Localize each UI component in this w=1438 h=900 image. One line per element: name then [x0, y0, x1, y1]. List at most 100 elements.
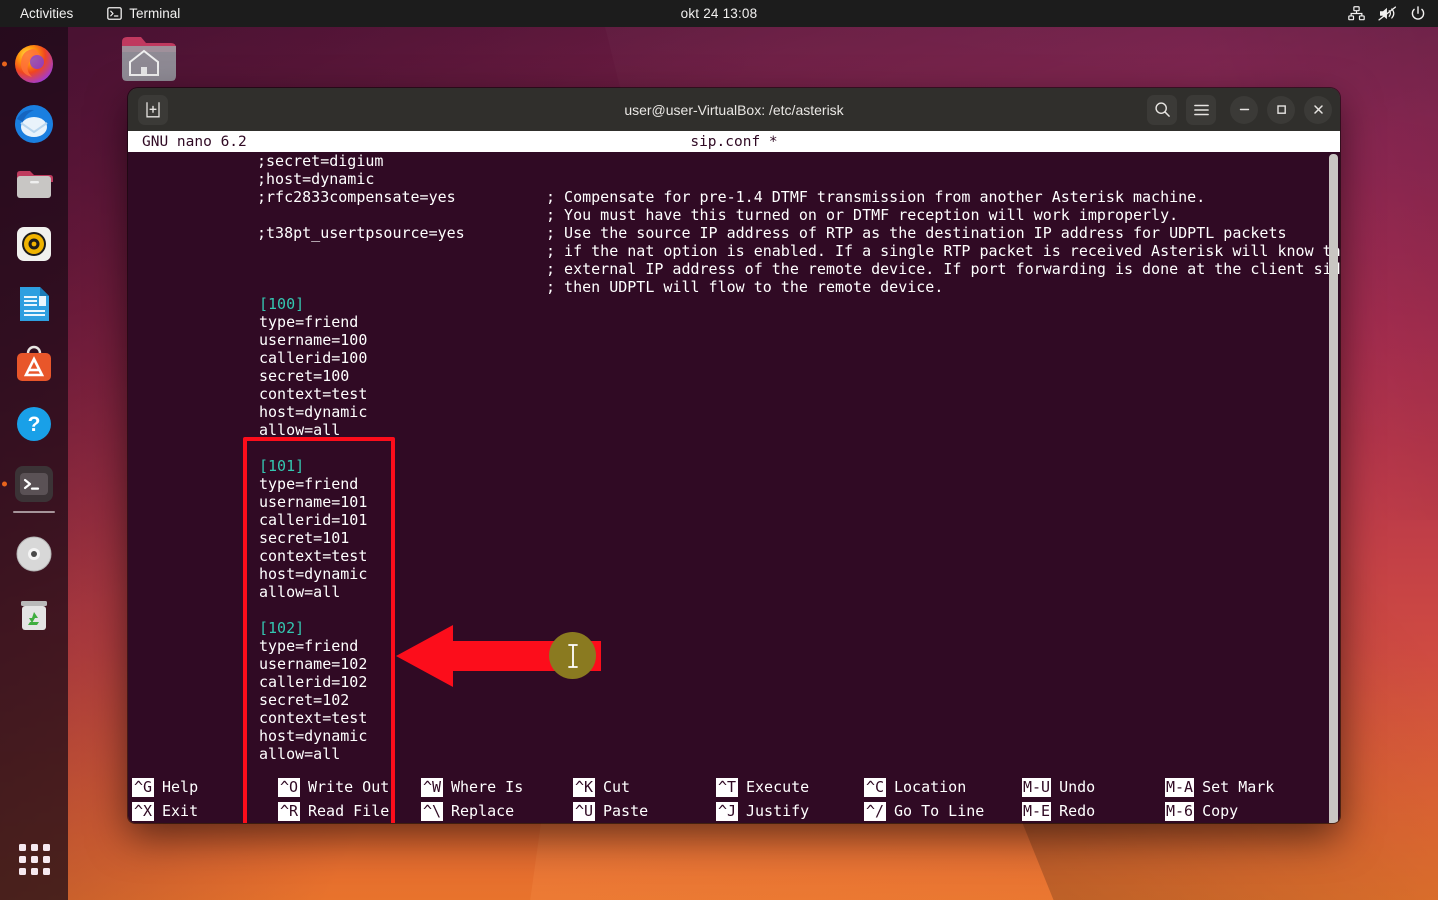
shortcut-item[interactable]: ^T Execute	[716, 775, 864, 799]
svg-text:?: ?	[28, 413, 41, 436]
folder-icon	[122, 37, 176, 81]
app-menu-terminal[interactable]: Terminal	[101, 4, 186, 23]
search-button[interactable]	[1147, 94, 1177, 125]
nano-header: GNU nano 6.2 sip.conf *	[128, 131, 1340, 152]
terminal-content[interactable]: GNU nano 6.2 sip.conf * ;secret=digium ;h…	[128, 131, 1340, 823]
grid-dot	[42, 867, 50, 875]
sip-config-line: secret=101	[259, 529, 350, 547]
shortcut-item[interactable]: ^C Location	[864, 775, 1022, 799]
shortcut-item[interactable]: ^O Write Out	[278, 775, 421, 799]
sip-config-line: username=102	[259, 655, 368, 673]
trash-icon	[21, 601, 47, 630]
config-comment-block: ; Compensate for pre-1.4 DTMF transmissi…	[546, 188, 1340, 296]
sip-config-line: allow=all	[259, 421, 341, 439]
dock-item-rhythmbox[interactable]	[11, 221, 57, 267]
shortcut-item[interactable]: ^\ Replace	[421, 799, 573, 823]
shortcut-item[interactable]: ^R Read File	[278, 799, 421, 823]
new-tab-button[interactable]	[138, 94, 168, 125]
sip-config-line: username=100	[259, 331, 368, 349]
nano-editor-area[interactable]: ;secret=digium ;host=dynamic ;rfc2833compe…	[128, 152, 1340, 823]
firefox-icon	[15, 45, 53, 83]
sip-config-line: allow=all	[259, 583, 341, 601]
shortcut-item[interactable]: ^J Justify	[716, 799, 864, 823]
show-applications-button[interactable]	[11, 836, 57, 882]
config-line: ;rfc2833compensate=yes	[257, 188, 456, 206]
shortcut-item[interactable]: ^W Where Is	[421, 775, 573, 799]
thunderbird-icon	[15, 105, 53, 143]
dock-item-files[interactable]	[11, 161, 57, 207]
sip-config-line: callerid=102	[259, 673, 368, 691]
sip-config-line: host=dynamic	[259, 727, 368, 745]
grid-dot	[18, 843, 26, 851]
sip-config-line: host=dynamic	[259, 565, 368, 583]
shortcut-label: Set Mark	[1202, 778, 1275, 796]
shortcut-item[interactable]: ^/ Go To Line	[864, 799, 1022, 823]
shortcut-label: Help	[162, 778, 199, 796]
volume-muted-icon	[1378, 6, 1397, 21]
sip-section-header: [102]	[259, 619, 305, 637]
dock-item-help[interactable]: ?	[11, 401, 57, 447]
network-icon	[1348, 6, 1365, 21]
dock-item-ubuntu-software[interactable]	[11, 341, 57, 387]
terminal-scrollbar[interactable]	[1329, 154, 1338, 823]
top-bar: Activities Terminal okt 24 13:08	[0, 0, 1438, 27]
config-blank-line	[257, 206, 465, 224]
sip-section-header: [101]	[259, 457, 305, 475]
shortcut-label: Cut	[603, 778, 631, 796]
dock-item-terminal[interactable]	[2, 461, 57, 513]
menu-button[interactable]	[1186, 94, 1216, 125]
shortcut-item[interactable]: ^G Help	[132, 775, 278, 799]
sip-config-line: type=friend	[259, 637, 359, 655]
config-line: ;t38pt_usertpsource=yes	[257, 224, 465, 242]
sip-config-line: secret=100	[259, 367, 350, 385]
shortcut-key: M-6	[1165, 801, 1195, 821]
shortcut-item[interactable]: ^K Cut	[573, 775, 716, 799]
terminal-app-icon	[15, 466, 53, 502]
active-app-underline	[13, 511, 55, 513]
grid-dot	[30, 843, 38, 851]
shortcut-label: Read File	[308, 802, 390, 820]
shortcut-item[interactable]: M-A Set Mark	[1165, 775, 1315, 799]
shortcut-key: ^\	[421, 801, 443, 821]
shortcut-key: ^K	[573, 777, 595, 797]
dock-item-thunderbird[interactable]	[11, 101, 57, 147]
close-button[interactable]	[1304, 95, 1332, 124]
shortcut-key: ^G	[132, 777, 154, 797]
system-tray[interactable]	[1348, 5, 1426, 22]
terminal-window: user@user-VirtualBox: /etc/asterisk GNU …	[128, 88, 1340, 823]
shortcut-key: ^C	[864, 777, 886, 797]
shortcut-item[interactable]: M-E Redo	[1022, 799, 1165, 823]
shortcut-item[interactable]: ^U Paste	[573, 799, 716, 823]
shortcut-label: Where Is	[451, 778, 524, 796]
shortcut-label: Location	[894, 778, 967, 796]
shortcut-item[interactable]: M-U Undo	[1022, 775, 1165, 799]
dock-item-cd-drive[interactable]	[11, 531, 57, 577]
shortcut-column: ^T Execute ^J Justify	[716, 775, 864, 823]
shortcut-item[interactable]: ^X Exit	[132, 799, 278, 823]
activities-button[interactable]: Activities	[14, 4, 79, 23]
config-blank-line	[259, 439, 367, 457]
maximize-button[interactable]	[1267, 95, 1295, 124]
shortcut-column: M-U Undo M-E Redo	[1022, 775, 1165, 823]
shortcut-label: Paste	[603, 802, 649, 820]
shortcut-label: Copy	[1202, 802, 1239, 820]
shortcut-item[interactable]: M-6 Copy	[1165, 799, 1315, 823]
cursor-highlight	[549, 632, 596, 679]
help-icon: ?	[17, 407, 51, 441]
files-icon	[17, 171, 53, 198]
shortcut-column: ^W Where Is ^\ Replace	[421, 775, 573, 823]
nano-filename: sip.conf *	[690, 133, 778, 150]
sip-config-line: username=101	[259, 493, 368, 511]
dock-item-trash[interactable]	[11, 591, 57, 637]
shortcut-key: ^U	[573, 801, 595, 821]
clock-button[interactable]: okt 24 13:08	[0, 6, 1438, 21]
dock-item-libreoffice-writer[interactable]	[11, 281, 57, 327]
shortcut-label: Justify	[746, 802, 810, 820]
minimize-button[interactable]	[1230, 95, 1258, 124]
window-titlebar[interactable]: user@user-VirtualBox: /etc/asterisk	[128, 88, 1340, 131]
sip-config-line: secret=102	[259, 691, 350, 709]
sip-peer-definitions: [100] type=friend username=100 callerid=100…	[259, 295, 367, 763]
grid-dot	[18, 867, 26, 875]
sip-config-line: type=friend	[259, 475, 359, 493]
dock-item-firefox[interactable]	[2, 41, 57, 87]
